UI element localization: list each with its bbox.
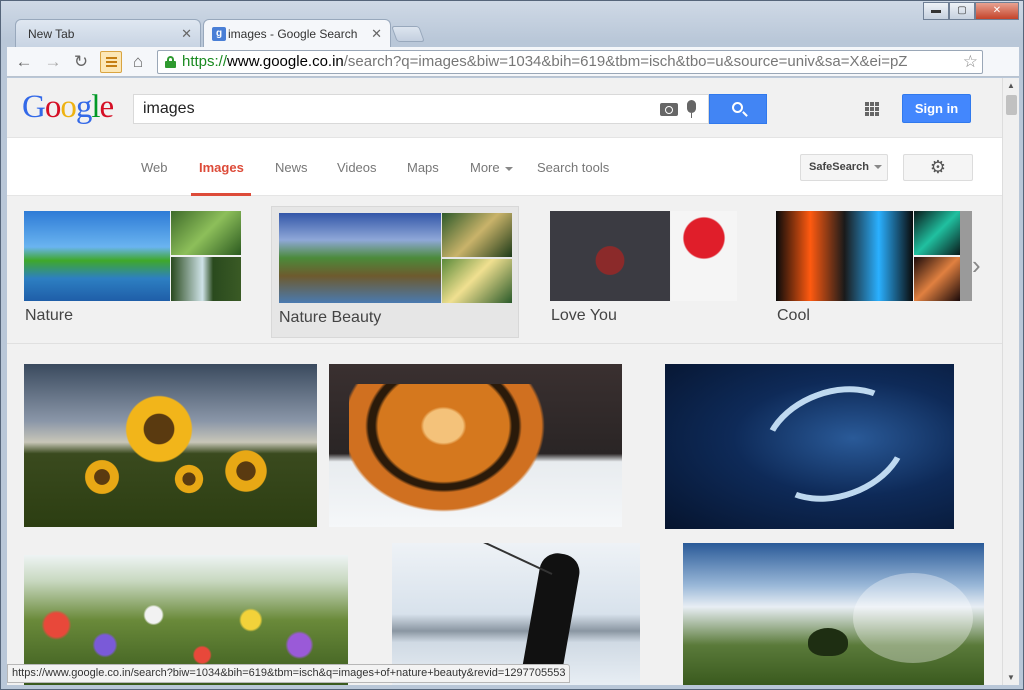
minimize-button[interactable]: ▬ [923,2,949,20]
tiger-shape [349,384,559,524]
splash-swirl-shape [745,366,925,522]
gear-icon[interactable]: ⚙ [903,154,973,181]
nature-thumbnail-small [171,257,241,301]
status-bar-url: https://www.google.co.in/search?biw=1034… [7,664,571,683]
nature-beauty-thumbnail-small [442,213,512,257]
reload-icon[interactable]: ↻ [70,51,92,73]
tab-strip: New Tab ✕ g images - Google Search ✕ ▬ ▢… [1,1,1024,47]
scrollbar-thumb[interactable] [1006,95,1017,115]
love-you-thumbnail [550,211,670,301]
cool-thumbnail-small [914,257,960,301]
tab-title: images - Google Search [228,27,358,41]
new-tab-button[interactable] [391,26,425,42]
tab-news[interactable]: News [275,160,308,175]
image-result-tiger[interactable] [329,364,622,527]
apps-grid-icon[interactable] [865,102,879,116]
related-search-label: Cool [777,307,810,324]
related-search-label: Nature [25,307,74,324]
businessman-shape [521,550,583,678]
related-search-label: Love You [551,307,617,324]
search-icon [732,102,743,113]
tab-new-tab[interactable]: New Tab ✕ [15,19,201,47]
home-icon[interactable]: ⌂ [127,51,149,73]
search-input[interactable]: images [133,94,709,124]
url-scheme: https:// [182,53,228,70]
logo-letter: G [22,89,46,125]
related-search-love-you[interactable]: Love You [550,211,766,324]
scroll-up-arrow-icon[interactable]: ▲ [1007,81,1015,90]
image-result-abstract-splash[interactable] [665,364,954,529]
related-search-label: Nature Beauty [279,309,382,326]
tab-title: New Tab [28,27,75,41]
url-host: www.google.co.in [227,53,344,70]
nature-beauty-thumbnail-small [442,259,512,303]
chevron-down-icon [873,165,882,170]
cool-thumbnail-edge [960,211,972,301]
image-results-grid [7,344,1002,685]
search-button[interactable] [709,94,767,124]
bookmark-star-icon[interactable]: ☆ [963,51,978,73]
browser-window: New Tab ✕ g images - Google Search ✕ ▬ ▢… [0,0,1024,690]
tab-maps[interactable]: Maps [407,160,439,175]
watermark-shape [853,573,973,663]
tree-shape [808,628,848,656]
microphone-icon[interactable] [687,100,696,118]
tab-close-icon[interactable]: ✕ [371,26,382,42]
logo-letter: o [44,89,61,125]
chevron-right-icon[interactable]: › [972,250,981,281]
tab-google-search[interactable]: g images - Google Search ✕ [203,19,391,47]
tab-more[interactable]: More [470,160,513,175]
related-searches-strip: Nature Nature Beauty Love You Cool › [7,196,1002,344]
logo-letter: e [99,89,115,125]
nature-beauty-thumbnail [279,213,441,303]
chevron-down-icon [504,166,513,171]
logo-letter: o [60,89,76,125]
close-button[interactable]: ✕ [975,2,1019,20]
safesearch-button[interactable]: SafeSearch [800,154,888,181]
lock-icon [165,56,176,68]
chrome-menu-button[interactable] [100,51,122,73]
sunflower-shape [124,394,194,464]
google-favicon-icon: g [212,27,226,41]
vertical-scrollbar[interactable]: ▲ ▼ [1002,78,1019,685]
scroll-down-arrow-icon[interactable]: ▼ [1007,673,1015,682]
window-controls: ▬ ▢ ✕ [923,2,1019,20]
tab-more-label: More [470,160,500,175]
back-arrow-icon[interactable]: ← [13,51,35,73]
safesearch-label: SafeSearch [809,161,869,173]
cool-thumbnail [776,211,913,301]
url-path: /search?q=images&biw=1034&bih=619&tbm=is… [343,53,908,70]
sunflower-shape [174,464,204,494]
cool-thumbnail-small [914,211,960,255]
camera-icon[interactable] [660,103,678,116]
nature-thumbnail-small [171,211,241,255]
love-you-thumbnail-small [671,211,737,301]
maximize-button[interactable]: ▢ [949,2,975,20]
address-bar[interactable]: https://www.google.co.in/search?q=images… [157,50,983,74]
related-search-cool[interactable]: Cool [776,211,992,324]
search-tools-button[interactable]: Search tools [537,160,609,175]
forward-arrow-icon[interactable]: → [42,51,64,73]
image-result-field-tree[interactable] [683,543,984,685]
google-logo[interactable]: Google [22,89,115,126]
logo-letter: g [75,89,92,125]
page-viewport: Google images Sign in Web Images News Vi… [7,78,1019,685]
tab-videos[interactable]: Videos [337,160,377,175]
image-result-sunflowers[interactable] [24,364,317,527]
tab-close-icon[interactable]: ✕ [181,26,192,42]
browser-toolbar: ← → ↻ ⌂ https://www.google.co.in/search?… [7,47,1019,77]
search-nav-bar: Web Images News Videos Maps More Search … [7,138,1002,196]
logo-letter: l [91,89,100,125]
related-search-nature-beauty[interactable]: Nature Beauty [271,206,519,338]
tab-web[interactable]: Web [141,160,168,175]
related-search-nature[interactable]: Nature [24,211,241,324]
nature-thumbnail [24,211,170,301]
search-query: images [143,100,195,117]
google-header: Google images Sign in [7,78,1002,138]
sunflower-shape [84,459,120,495]
sunflower-shape [224,449,268,493]
tab-images[interactable]: Images [199,160,244,175]
sign-in-button[interactable]: Sign in [902,94,971,123]
